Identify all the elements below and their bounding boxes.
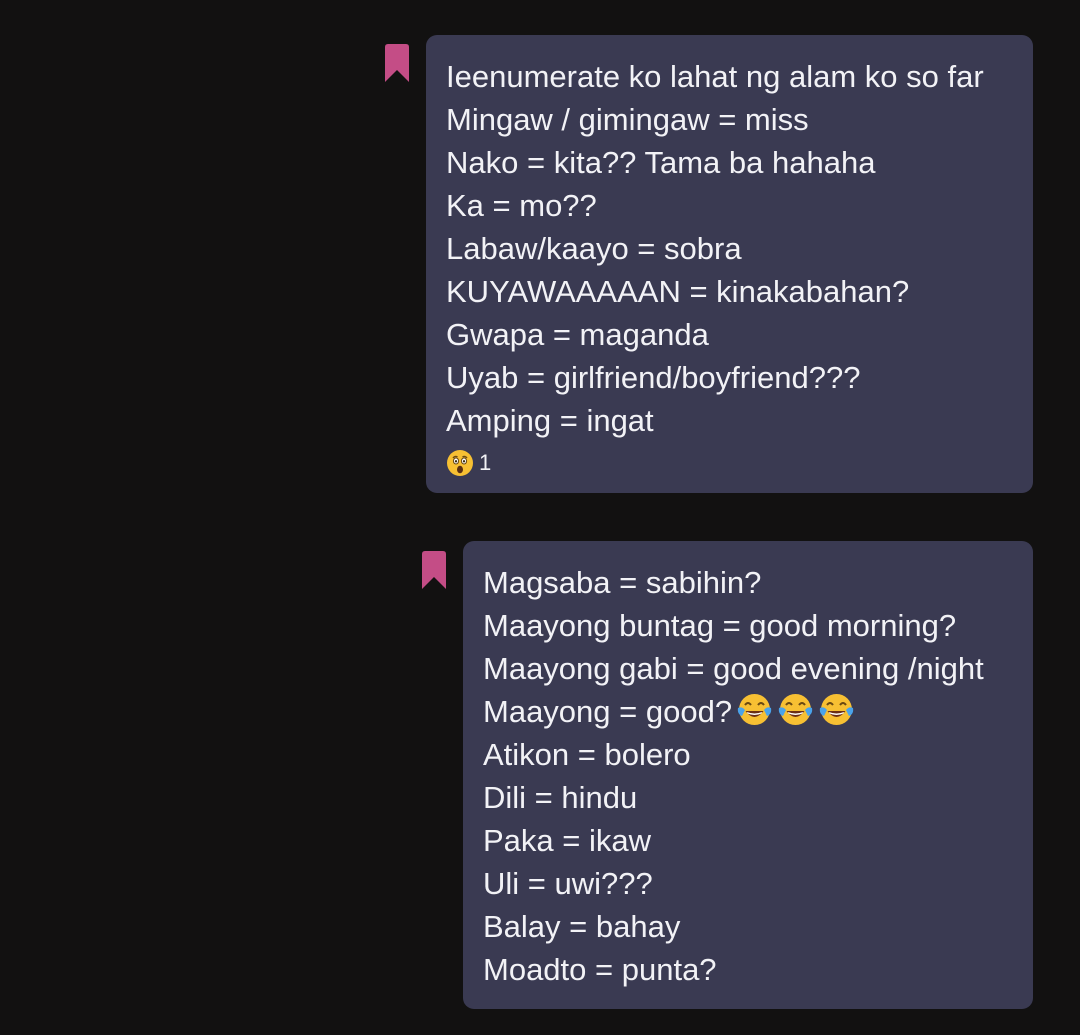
message-line: Maayong gabi = good evening /night	[483, 651, 984, 686]
message-bubble[interactable]: Ieenumerate ko lahat ng alam ko so far M…	[426, 35, 1033, 493]
message-line: KUYAWAAAAAN = kinakabahan?	[446, 274, 910, 309]
message-line: Amping = ingat	[446, 403, 654, 438]
message-line-text: Maayong = good?	[483, 694, 733, 729]
message-line: Ka = mo??	[446, 188, 597, 223]
face-with-tears-of-joy-icon	[777, 691, 814, 728]
message-line: Atikon = bolero	[483, 737, 691, 772]
message-line: Nako = kita?? Tama ba hahaha	[446, 145, 876, 180]
message-line: Ieenumerate ko lahat ng alam ko so far	[446, 59, 984, 94]
message-line: Balay = bahay	[483, 909, 681, 944]
bookmark-icon[interactable]	[385, 44, 409, 82]
message-line: Magsaba = sabihin?	[483, 565, 762, 600]
message-line: Moadto = punta?	[483, 952, 717, 987]
astonished-face-icon	[446, 449, 474, 477]
message-line-with-emoji: Maayong = good?	[483, 690, 1023, 733]
message-line: Uyab = girlfriend/boyfriend???	[446, 360, 861, 395]
message-line: Paka = ikaw	[483, 823, 652, 858]
reaction-count: 1	[479, 450, 492, 475]
message-line: Maayong buntag = good morning?	[483, 608, 957, 643]
message-line: Mingaw / gimingaw = miss	[446, 102, 809, 137]
message-line: Dili = hindu	[483, 780, 638, 815]
face-with-tears-of-joy-icon	[818, 691, 855, 728]
message-line: Gwapa = maganda	[446, 317, 709, 352]
message-line: Labaw/kaayo = sobra	[446, 231, 742, 266]
face-with-tears-of-joy-icon	[736, 691, 773, 728]
message-line: Uli = uwi???	[483, 866, 653, 901]
bookmark-icon[interactable]	[422, 551, 446, 589]
message-bubble[interactable]: Magsaba = sabihin? Maayong buntag = good…	[463, 541, 1033, 1009]
reaction-badge[interactable]: 1	[446, 448, 1023, 478]
